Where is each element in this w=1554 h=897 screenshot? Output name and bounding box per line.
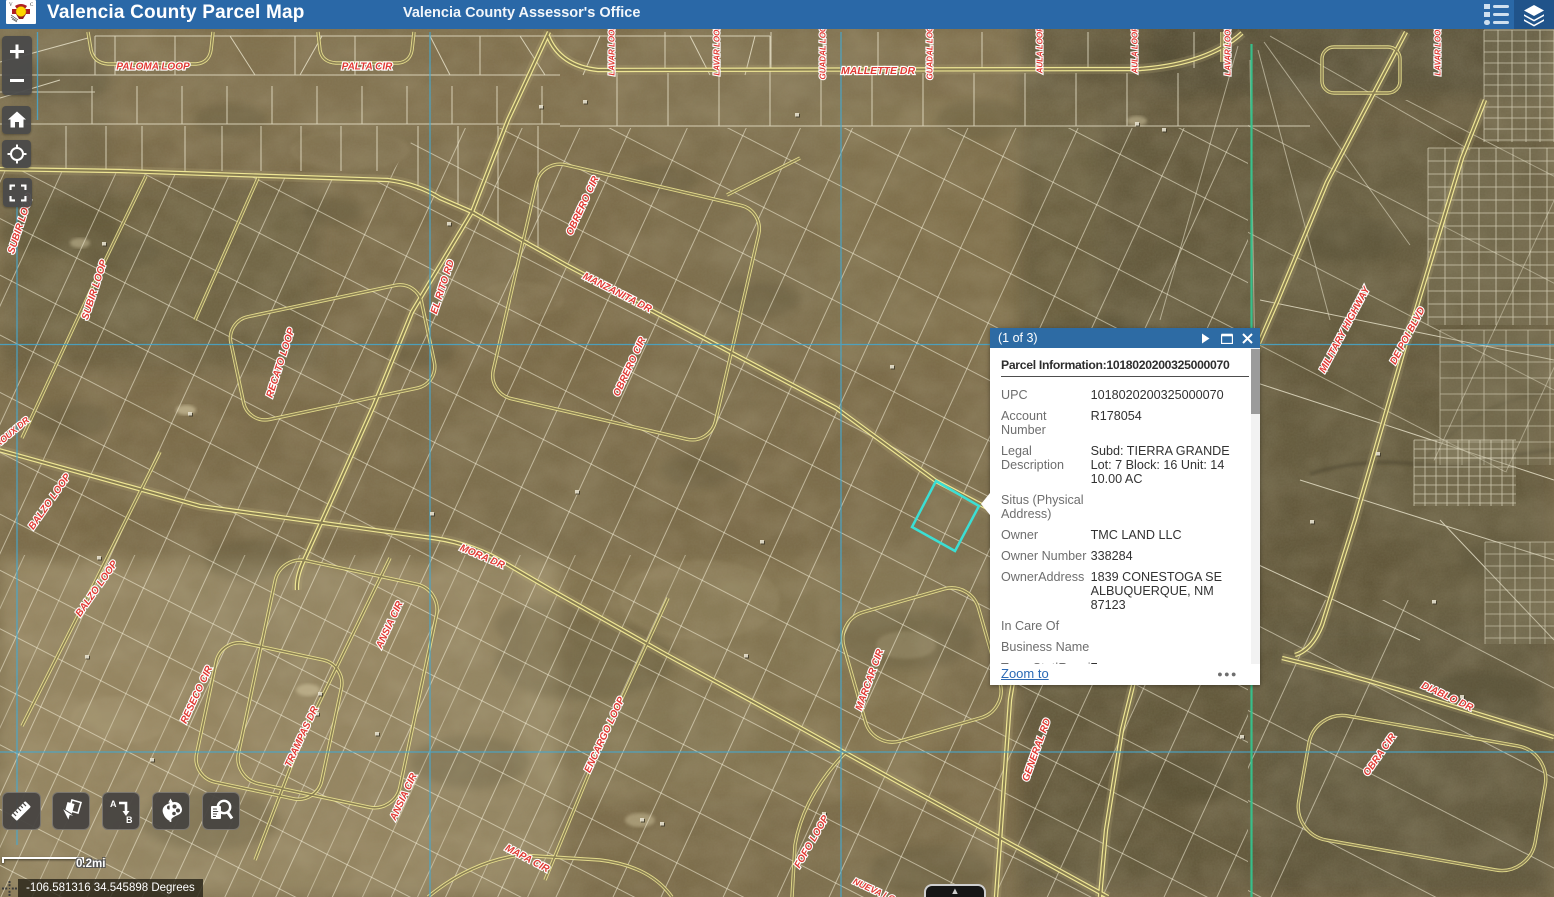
svg-text:LAVAR LOOP: LAVAR LOOP [1434,24,1443,76]
svg-text:B: B [126,815,133,825]
svg-text:MALLETTE DR: MALLETTE DR [841,65,915,77]
svg-text:AULA LOOP: AULA LOOP [1036,26,1045,74]
svg-text:A: A [110,799,117,809]
svg-text:LAVAR LOOP: LAVAR LOOP [608,24,617,76]
svg-text:C: C [30,3,34,8]
svg-text:AULA LOOP: AULA LOOP [1131,26,1140,74]
svg-text:LAVAR LOOP: LAVAR LOOP [713,24,722,76]
svg-text:PALOMA LOOP: PALOMA LOOP [116,62,190,73]
svg-text:LAVAR LOOP: LAVAR LOOP [1224,24,1233,76]
svg-text:PALTA CIR: PALTA CIR [342,62,394,73]
svg-text:V: V [9,3,13,8]
